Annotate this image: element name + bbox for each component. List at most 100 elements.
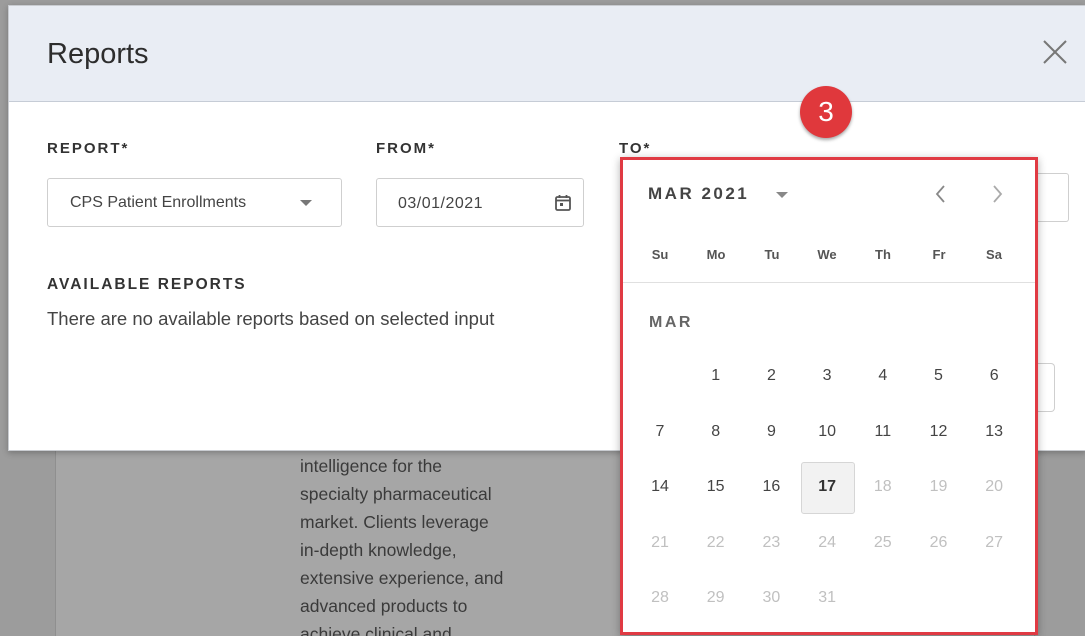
calendar-day[interactable]: 10	[799, 404, 855, 460]
calendar-day-number: 8	[711, 422, 721, 440]
calendar-day[interactable]: 1	[688, 348, 744, 404]
month-year-selector[interactable]: MAR 2021	[648, 184, 749, 204]
calendar-day[interactable]: 9	[743, 404, 799, 460]
calendar-day-number: 21	[651, 533, 669, 551]
chevron-right-icon	[993, 185, 1003, 203]
calendar-day[interactable]: 17	[799, 459, 856, 515]
background-paragraph: intelligence for the specialty pharmaceu…	[300, 452, 560, 636]
calendar-day: 25	[855, 515, 911, 571]
previous-month-button[interactable]	[929, 180, 953, 208]
close-icon	[1043, 40, 1067, 64]
available-reports-empty-text: There are no available reports based on …	[47, 308, 495, 329]
chevron-down-icon	[300, 200, 312, 206]
report-label: REPORT*	[47, 140, 130, 157]
modal-header: Reports	[9, 6, 1085, 102]
calendar-day: 20	[966, 459, 1022, 515]
calendar-day-number: 17	[818, 478, 836, 495]
modal-title: Reports	[47, 38, 149, 70]
chevron-left-icon	[935, 185, 945, 203]
available-reports-heading: AVAILABLE REPORTS	[47, 276, 247, 293]
calendar-day: 28	[632, 570, 688, 626]
calendar-day-number: 3	[822, 367, 832, 384]
paragraph-line: in-depth knowledge,	[300, 540, 457, 560]
month-section-label: MAR	[649, 314, 693, 331]
calendar-day: 23	[743, 515, 799, 571]
from-label: FROM*	[376, 140, 436, 157]
calendar-day-number: 23	[762, 533, 781, 551]
calendar-day: 18	[855, 459, 911, 515]
date-picker-popup: MAR 2021 Su Mo Tu We Th Fr Sa MAR 123456…	[620, 157, 1038, 635]
calendar-day-number: 24	[818, 533, 836, 551]
weekday-header: Su Mo Tu We Th Fr Sa	[632, 247, 1022, 267]
weekday-label: Sa	[986, 247, 1002, 262]
calendar-day-number: 16	[762, 478, 781, 495]
to-label: TO*	[619, 140, 652, 157]
close-button[interactable]	[1039, 36, 1071, 68]
weekday-label: Th	[875, 247, 891, 262]
weekday-label: Tu	[764, 247, 780, 262]
chevron-down-icon[interactable]	[776, 192, 788, 198]
calendar-day[interactable]: 13	[966, 404, 1022, 460]
calendar-day[interactable]: 11	[855, 404, 911, 460]
calendar-day[interactable]: 2	[743, 348, 799, 404]
calendar-day[interactable]: 4	[855, 348, 911, 404]
next-month-button[interactable]	[985, 180, 1009, 208]
calendar-day: 27	[966, 515, 1022, 571]
weekday-label: We	[817, 247, 837, 262]
calendar-day-number: 2	[766, 367, 776, 384]
calendar-day-number: 19	[929, 478, 948, 495]
calendar-day-number: 13	[985, 422, 1004, 440]
calendar-day: 31	[799, 570, 855, 626]
calendar-day-number: 22	[706, 533, 725, 551]
calendar-day-number: 6	[989, 367, 999, 384]
from-date-value: 03/01/2021	[398, 195, 484, 212]
from-date-input[interactable]: 03/01/2021	[376, 178, 584, 227]
weekday-label: Fr	[932, 247, 946, 262]
step-callout-badge: 3	[800, 86, 852, 138]
calendar-day-number: 14	[651, 478, 669, 495]
calendar-day-number: 25	[873, 533, 892, 551]
calendar-day-number: 30	[762, 589, 781, 606]
report-select-value: CPS Patient Enrollments	[70, 194, 247, 211]
calendar-day[interactable]: 14	[632, 459, 688, 515]
calendar-day-number: 26	[929, 533, 948, 551]
calendar-day-number: 31	[818, 589, 836, 606]
paragraph-line: intelligence for the	[300, 456, 443, 476]
calendar-day: 30	[743, 570, 799, 626]
calendar-day: 21	[632, 515, 688, 571]
calendar-day-number: 20	[985, 478, 1004, 495]
calendar-day-number: 27	[985, 533, 1004, 551]
calendar-day[interactable]: 16	[743, 459, 799, 515]
calendar-day[interactable]: 8	[688, 404, 744, 460]
calendar-day-number: 1	[711, 367, 721, 384]
calendar-day-number: 28	[651, 589, 669, 606]
calendar-day[interactable]: 12	[911, 404, 967, 460]
calendar-day: 19	[911, 459, 967, 515]
calendar-day-number: 4	[878, 367, 888, 384]
calendar-icon[interactable]	[554, 194, 572, 212]
calendar-day: 29	[688, 570, 744, 626]
calendar-day-number: 11	[874, 422, 892, 440]
calendar-day-number: 12	[929, 422, 948, 440]
calendar-day: 24	[799, 515, 855, 571]
calendar-day-number: 18	[873, 478, 892, 495]
divider	[623, 282, 1035, 283]
calendar-day-number: 5	[934, 367, 943, 384]
calendar-day-number: 15	[706, 478, 725, 495]
report-select[interactable]: CPS Patient Enrollments	[47, 178, 342, 227]
calendar-day-number: 7	[655, 422, 665, 440]
calendar-day: 22	[688, 515, 744, 571]
calendar-day-number: 29	[706, 589, 725, 606]
calendar-day[interactable]: 15	[688, 459, 744, 515]
paragraph-line: extensive experience, and	[300, 568, 504, 588]
paragraph-line: achieve clinical and	[300, 624, 452, 636]
calendar-day[interactable]: 6	[966, 348, 1022, 404]
calendar-day[interactable]: 3	[799, 348, 855, 404]
calendar-day[interactable]: 7	[632, 404, 688, 460]
weekday-label: Su	[651, 247, 669, 262]
calendar-day[interactable]: 5	[911, 348, 967, 404]
paragraph-line: advanced products to	[300, 596, 468, 616]
calendar-day-number: 10	[818, 422, 836, 440]
weekday-label: Mo	[706, 247, 726, 262]
paragraph-line: market. Clients leverage	[300, 512, 489, 532]
